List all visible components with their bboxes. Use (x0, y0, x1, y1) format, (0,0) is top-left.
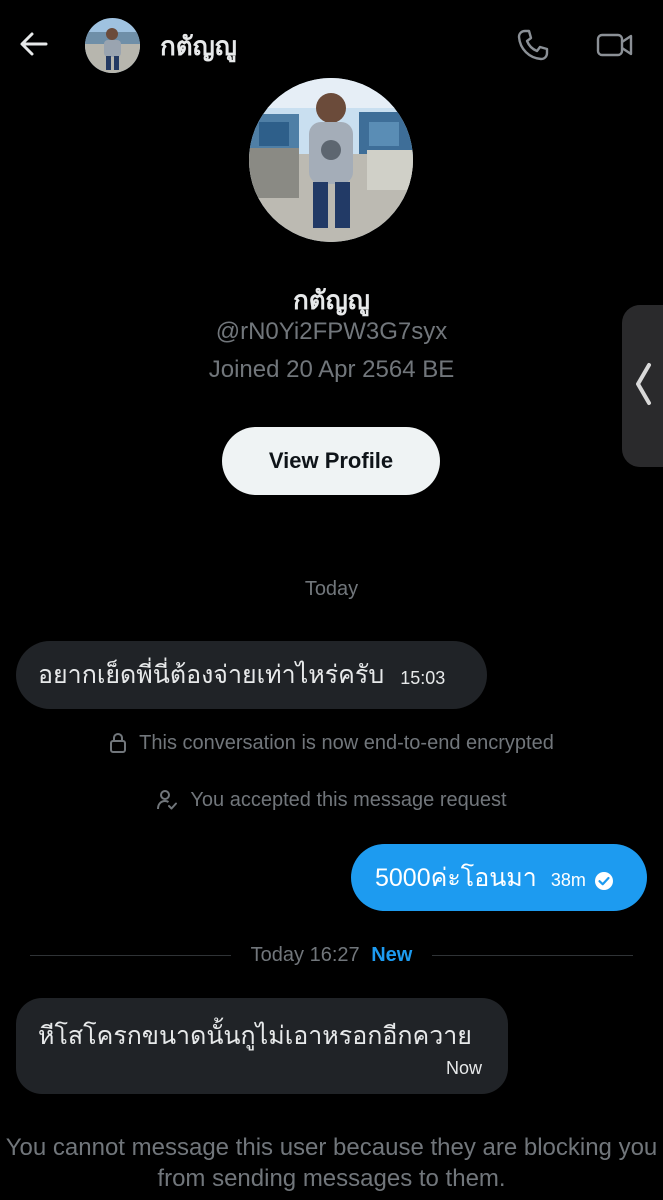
contact-name[interactable]: กตัญญู (160, 28, 237, 64)
person-check-icon (156, 789, 178, 811)
message-text: หีโสโครกขนาดนั้นกูไม่เอาหรอกอีกควาย (38, 1022, 472, 1050)
back-button[interactable] (14, 26, 54, 66)
encryption-notice: This conversation is now end-to-end encr… (0, 729, 663, 757)
profile-handle: @rN0Yi2FPW3G7syx (215, 318, 448, 345)
incoming-message[interactable]: หีโสโครกขนาดนั้นกูไม่เอาหรอกอีกควาย Now (16, 998, 508, 1094)
separator-label: Today 16:27 New (231, 944, 433, 967)
view-profile-button[interactable]: View Profile (222, 427, 440, 495)
new-badge: New (371, 943, 413, 966)
arrow-left-icon (18, 28, 50, 65)
contact-avatar[interactable] (85, 18, 140, 73)
message-time: 15:03 (400, 667, 446, 688)
profile-joined-date: Joined 20 Apr 2564 BE (208, 356, 455, 383)
divider (30, 954, 231, 956)
side-panel-handle[interactable] (622, 305, 663, 467)
divider (432, 954, 634, 956)
separator-time: Today 16:27 (250, 943, 360, 966)
message-text: อยากเย็ดพี่นี่ต้องจ่ายเท่าไหร่ครับ (38, 661, 385, 689)
profile-photo[interactable] (249, 78, 413, 242)
blocked-notice: You cannot message this user because the… (5, 1134, 658, 1192)
request-accepted-text: You accepted this message request (190, 788, 507, 811)
video-call-button[interactable] (593, 26, 637, 68)
phone-icon (516, 28, 550, 67)
incoming-message[interactable]: อยากเย็ดพี่นี่ต้องจ่ายเท่าไหร่ครับ 15:03 (16, 641, 487, 709)
outgoing-message[interactable]: 5000ค่ะโอนมา 38m (351, 844, 647, 911)
video-camera-icon (596, 30, 634, 65)
message-text: 5000ค่ะโอนมา (375, 863, 537, 892)
new-messages-separator: Today 16:27 New (30, 941, 634, 969)
check-circle-icon (594, 871, 614, 891)
message-time: Now (445, 1058, 482, 1078)
lock-icon (109, 732, 127, 754)
message-time: 38m (550, 870, 586, 890)
date-separator: Today (304, 578, 359, 600)
chevron-left-icon (632, 359, 654, 414)
profile-name: กตัญญู (293, 285, 370, 315)
request-accepted-notice: You accepted this message request (0, 786, 663, 814)
encryption-text: This conversation is now end-to-end encr… (139, 731, 554, 754)
call-button[interactable] (512, 26, 554, 68)
